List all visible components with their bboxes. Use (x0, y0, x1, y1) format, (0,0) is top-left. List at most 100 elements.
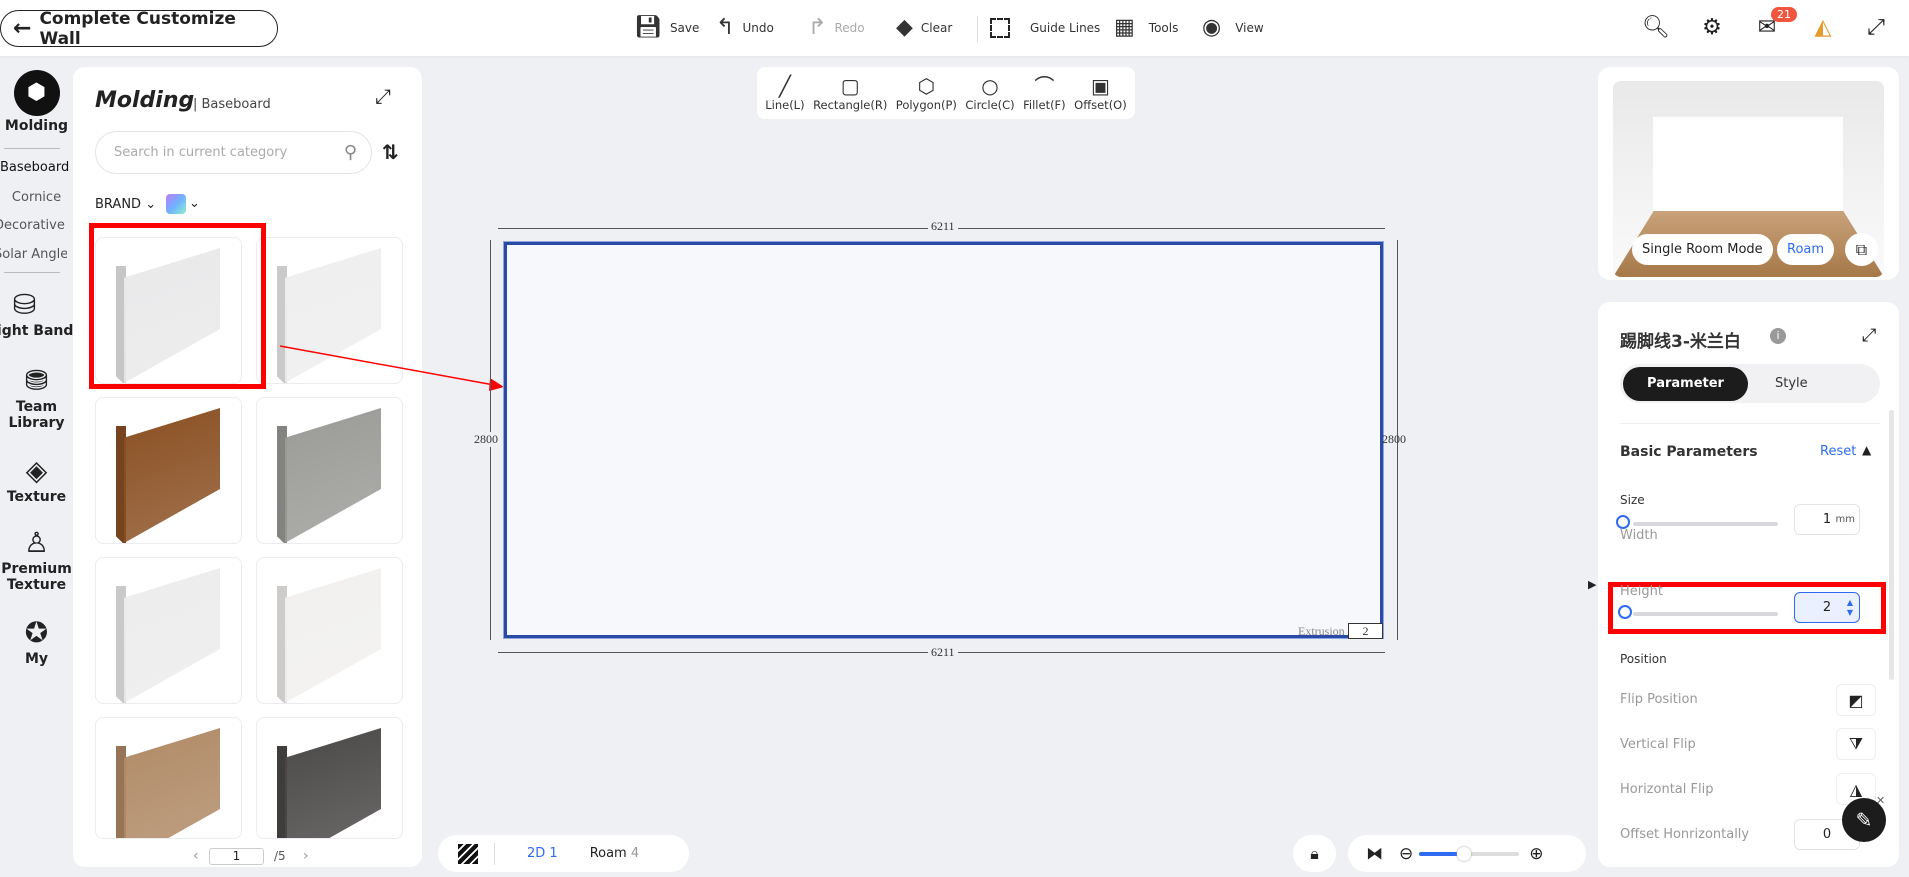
fullscreen-icon[interactable]: ⤢ (1862, 15, 1890, 40)
clear-button[interactable]: ◆ Clear (896, 14, 952, 42)
color-filter[interactable] (166, 194, 186, 214)
tools-button[interactable]: ▦ Tools (1114, 14, 1178, 42)
height-slider[interactable] (1633, 612, 1778, 616)
info-icon[interactable]: i (1770, 328, 1786, 344)
roam-button[interactable]: Roam 4 (590, 846, 639, 861)
horizontal-flip-label: Horizontal Flip (1620, 782, 1714, 797)
wall-shape[interactable] (503, 241, 1384, 639)
product-card[interactable] (95, 397, 242, 544)
zoom-controls: ⧓ ⊖ ⊕ (1348, 835, 1586, 872)
undo-button[interactable]: ↰ Undo (716, 14, 774, 42)
product-card[interactable] (256, 397, 403, 544)
undo-icon: ↰ (716, 15, 735, 40)
rail-item-light-band[interactable]: ⛁Light Band (0, 288, 73, 339)
rail-item-texture[interactable]: ◈ Texture (0, 454, 73, 505)
vertical-flip-button[interactable]: ⧩ (1836, 728, 1876, 760)
back-button[interactable]: ← Complete Customize Wall (0, 9, 278, 49)
width-slider-handle[interactable] (1616, 515, 1630, 529)
close-icon[interactable]: ✕ (1876, 794, 1885, 807)
line-tool[interactable]: ╱ Line(L) (765, 74, 804, 112)
stepper-icon[interactable]: ▲ ▼ (1847, 598, 1853, 618)
sort-icon[interactable]: ⇅ (382, 140, 399, 164)
eraser-icon: ◆ (896, 15, 913, 40)
page-input[interactable]: 1 (209, 848, 264, 865)
view-button[interactable]: ◉ View (1202, 14, 1264, 42)
height-slider-handle[interactable] (1618, 605, 1632, 619)
scrollbar[interactable] (1889, 410, 1894, 680)
category-rail: ⬢Molding Baseboard Cornice Decorative Mo… (0, 56, 73, 877)
product-card[interactable] (95, 557, 242, 704)
zoom-slider[interactable] (1419, 846, 1520, 861)
product-card[interactable] (256, 237, 403, 384)
redo-button[interactable]: ↱ Redo (808, 14, 865, 42)
next-page-button[interactable]: › (303, 848, 309, 864)
gear-icon[interactable]: ⚙ (1698, 15, 1726, 40)
product-thumbnail (285, 408, 381, 543)
sub-solar-angle-line[interactable]: Solar Angle Line (0, 247, 67, 262)
width-input[interactable]: 1 mm (1794, 504, 1860, 535)
draw-toolbar: ╱ Line(L) ▢ Rectangle(R) ⬡ Polygon(P) ○ Circ… (757, 67, 1135, 119)
product-card[interactable] (256, 557, 403, 704)
single-room-mode-button[interactable]: Single Room Mode (1632, 234, 1773, 265)
rail-item-team-library[interactable]: ⛃ Team Library (0, 364, 73, 431)
collapse-icon[interactable]: ▲ (1862, 443, 1871, 457)
fillet-tool[interactable]: ⌒ Fillet(F) (1023, 74, 1066, 112)
avatar[interactable]: ◭ (1809, 15, 1837, 40)
width-slider[interactable] (1633, 522, 1778, 526)
roam-preview-button[interactable]: Roam (1777, 234, 1835, 265)
sub-baseboard[interactable]: Baseboard (0, 160, 73, 175)
arrow-left-icon: ← (13, 16, 32, 41)
product-thumbnail (285, 728, 381, 838)
library-subtitle: Baseboard (201, 97, 271, 112)
collapse-panel-arrow[interactable]: ▶ (1588, 578, 1596, 591)
copy-view-icon[interactable]: ⧉ (1845, 233, 1878, 266)
reset-button[interactable]: Reset (1820, 444, 1856, 459)
product-thumbnail (124, 728, 220, 838)
view-switcher: 2D 1 Roam 4 (438, 835, 689, 872)
product-thumbnail (124, 568, 220, 703)
dimension-right: 2800 (1382, 432, 1406, 446)
rectangle-tool[interactable]: ▢ Rectangle(R) (813, 74, 887, 112)
fillet-icon: ⌒ (1034, 74, 1055, 98)
fit-view-icon[interactable]: ⧓ (1366, 844, 1383, 864)
circle-tool[interactable]: ○ Circle(C) (965, 74, 1014, 112)
offset-horizontal-label: Offset Honrizontally (1620, 827, 1750, 842)
vertical-flip-label: Vertical Flip (1620, 737, 1696, 752)
rail-item-molding[interactable]: ⬢ Molding (0, 70, 73, 134)
prev-page-button[interactable]: ‹ (193, 848, 199, 864)
product-card[interactable] (95, 717, 242, 839)
extrusion-input[interactable]: 2 (1348, 623, 1383, 639)
horizontal-flip-icon: ◮ (1849, 779, 1863, 799)
tab-style[interactable]: Style (1775, 376, 1808, 391)
sub-decorative-molding[interactable]: Decorative Molding (0, 218, 67, 233)
tab-parameter[interactable]: Parameter (1623, 367, 1748, 401)
dimension-bottom: 6211 (928, 645, 958, 660)
zoom-out-icon[interactable]: ⊖ (1399, 844, 1413, 864)
team-library-icon: ⛃ (24, 364, 49, 397)
brand-filter[interactable]: BRAND ⌄ (95, 197, 156, 212)
size-label: Size (1620, 493, 1645, 507)
expand-icon[interactable]: ⤢ (375, 84, 391, 108)
polygon-tool[interactable]: ⬡ Polygon(P) (896, 74, 957, 112)
rail-item-premium-texture[interactable]: ♙ Premium Texture (0, 526, 73, 593)
height-input[interactable]: 2 ▲ ▼ (1794, 592, 1860, 623)
notification-badge: 21 (1771, 7, 1797, 22)
offset-tool[interactable]: ▣ Offset(O) (1074, 74, 1127, 112)
height-label: Height (1620, 584, 1663, 599)
zoom-in-icon[interactable]: ⊕ (1529, 844, 1543, 864)
expand-icon[interactable]: ⤢ (1862, 325, 1876, 346)
search-input[interactable]: Search in current category ⚲ (95, 131, 372, 174)
texture-icon: ◈ (25, 454, 48, 487)
save-button[interactable]: 💾︎ Save (634, 14, 699, 42)
rail-item-my[interactable]: ✪ My (0, 616, 73, 667)
dimension-top: 6211 (928, 219, 958, 234)
hatch-icon[interactable] (458, 843, 478, 864)
flip-position-button[interactable]: ◩ (1836, 684, 1876, 716)
lock-button[interactable]: 🔒︎ (1293, 835, 1336, 872)
flip-position-label: Flip Position (1620, 692, 1698, 707)
view-2d-button[interactable]: 2D 1 (527, 846, 558, 861)
guide-lines-button[interactable]: Guide Lines (990, 14, 1100, 42)
sub-cornice[interactable]: Cornice (0, 190, 73, 205)
search-document-icon[interactable]: 🔍︎ (1642, 15, 1670, 40)
product-card[interactable] (256, 717, 403, 839)
